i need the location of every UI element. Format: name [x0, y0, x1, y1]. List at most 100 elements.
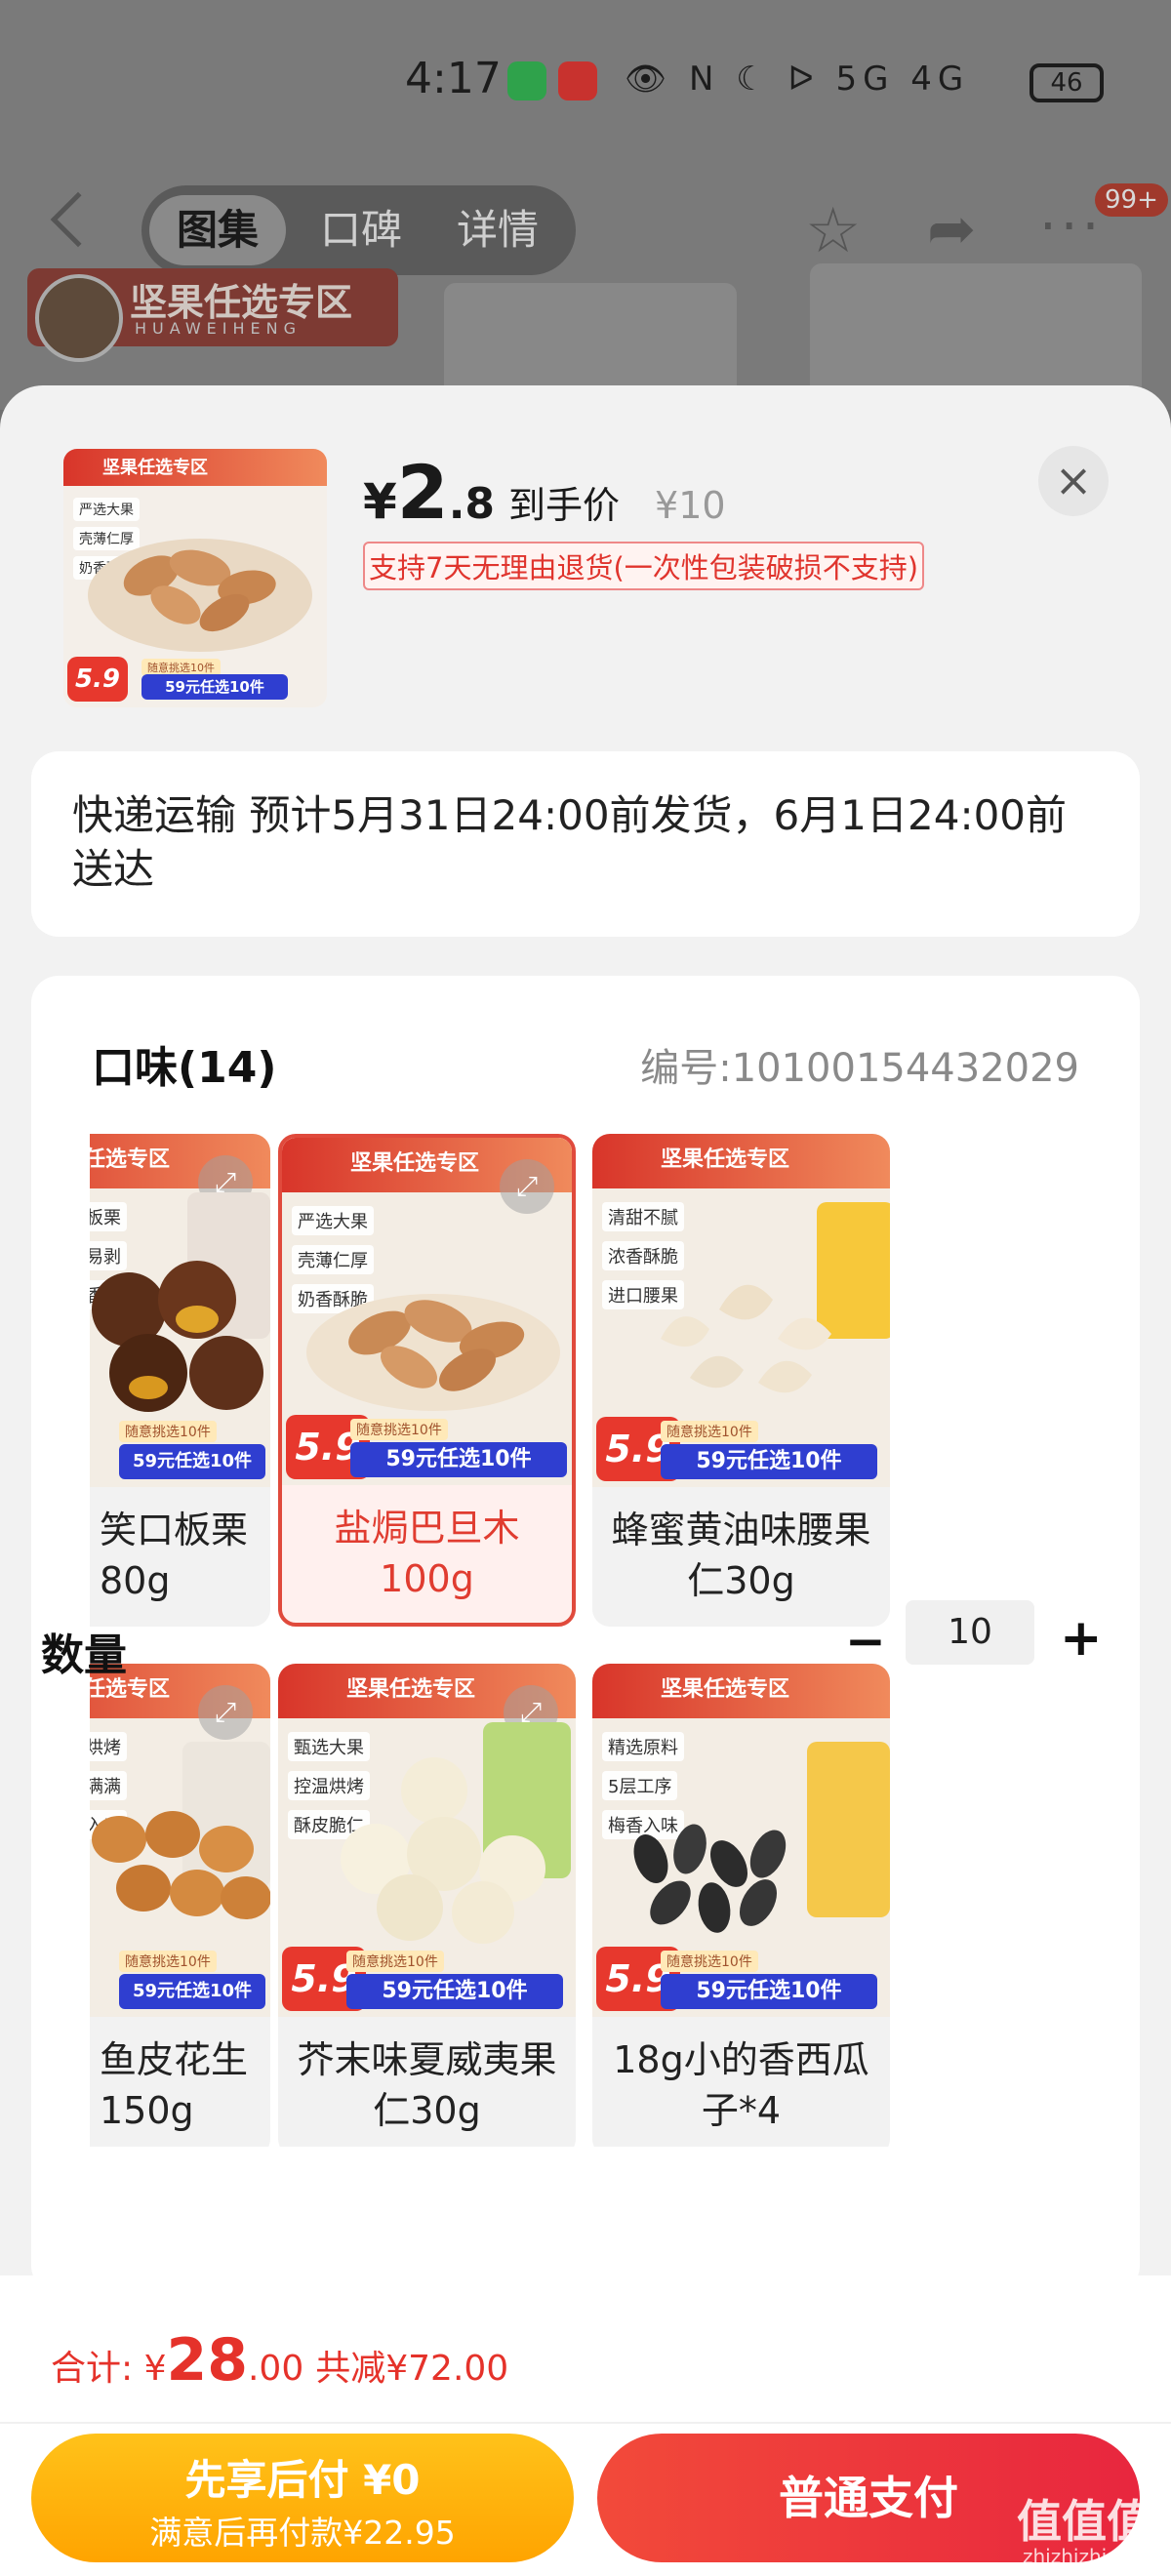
promo-deal: 59元任选10件: [141, 674, 288, 700]
flavor-option-almond[interactable]: 坚果任选专区 严选大果 壳薄仁厚 奶香酥脆 ⤢ 5.9 随意挑选10件 59元任…: [278, 1134, 576, 1627]
sku-sheet: 坚果任选专区 严选大果 壳薄仁厚 奶香酥脆 5.9 随意挑选10件 59元任选1…: [0, 385, 1171, 2576]
promo-deal: 59元任选10件: [661, 1444, 877, 1479]
promo-pick: 随意挑选10件: [661, 1951, 758, 1972]
pay-later-title: 先享后付 ¥0: [184, 2456, 421, 2504]
flavor-label: 鱼皮花生150g: [100, 2038, 249, 2132]
total-savings: 共减¥72.00: [315, 2349, 509, 2389]
flavor-image: 坚果任选专区 精选原料 5层工序 梅香入味 5.9 随意挑选10件 59元任选1…: [592, 1664, 890, 2017]
promo-pick: 随意挑选10件: [346, 1951, 444, 1972]
promo-pick: 随意挑选10件: [119, 1421, 217, 1442]
shipping-text: 快递运输 预计5月31日24:00前发货，6月1日24:00前送达: [72, 791, 1068, 893]
promo-deal: 59元任选10件: [350, 1442, 567, 1477]
almond-image: [88, 539, 312, 652]
quantity-input[interactable]: 10: [906, 1600, 1034, 1665]
price-label: 到手价: [508, 484, 621, 527]
total-label: 合计:: [51, 2349, 144, 2389]
pay-later-subtitle: 满意后再付款¥22.95: [149, 2514, 456, 2552]
macadamia-image: [341, 1722, 571, 1944]
flavor-image: 坚果任选专区 板栗 易剥 香甜 ⤢ 5.9 随意挑选10件 59元任选10件: [90, 1134, 270, 1487]
promo-deal: 59元任选10件: [346, 1974, 563, 2009]
watermark: 值值值: [1017, 2495, 1151, 2548]
promo-deal: 59元任选10件: [661, 1974, 877, 2009]
total-decimal: .00: [247, 2349, 304, 2389]
flavor-image-banner-text: 坚果任选专区: [661, 1147, 790, 1172]
red-packet-icon: [558, 61, 597, 101]
divider: [0, 2422, 1171, 2424]
flavor-label: 盐焗巴旦木100g: [334, 1507, 520, 1600]
background-banner: 坚果任选专区 HUAWEIHENG: [27, 268, 398, 362]
flavor-label: 芥末味夏威夷果仁30g: [297, 2038, 557, 2132]
flavor-image: 坚果任选专区 清甜不腻 浓香酥脆 进口腰果 5.9 随意挑选10件 59元任选1…: [592, 1134, 890, 1487]
wechat-icon: [507, 61, 546, 101]
product-summary: 坚果任选专区 严选大果 壳薄仁厚 奶香酥脆 5.9 随意挑选10件 59元任选1…: [0, 385, 1171, 751]
flavor-image-banner: 坚果任选专区: [592, 1134, 890, 1188]
pay-later-button[interactable]: 先享后付 ¥0 满意后再付款¥22.95: [31, 2434, 574, 2562]
promo-pick: 随意挑选10件: [661, 1421, 758, 1442]
promo-deal: 59元任选10件: [119, 1444, 265, 1479]
flavor-image-banner: 坚果任选专区: [592, 1664, 890, 1718]
close-icon: ×: [1054, 454, 1093, 506]
flavor-label: 笑口板栗80g: [100, 1509, 249, 1602]
flavor-promo: 5.9 随意挑选10件 59元任选10件: [282, 1407, 572, 1485]
brand-logo: [35, 274, 123, 362]
flavor-promo: 5.9 随意挑选10件 59元任选10件: [90, 1409, 270, 1487]
top-tabs: 图集 口碑 详情: [141, 185, 576, 275]
expand-icon[interactable]: ⤢: [198, 1685, 253, 1740]
promo-price: 5.9: [67, 657, 128, 702]
melon-seeds-image: [633, 1742, 890, 1933]
promo-pick: 随意挑选10件: [119, 1951, 217, 1972]
almond-image: [306, 1294, 560, 1411]
flavor-image-banner-text: 坚果任选专区: [350, 1151, 480, 1176]
tab-details[interactable]: 详情: [434, 195, 561, 265]
flavor-label: 蜂蜜黄油味腰果仁30g: [611, 1509, 871, 1602]
quantity-minus-button[interactable]: −: [845, 1613, 886, 1670]
chestnut-image: [92, 1192, 270, 1412]
return-policy-tag: 支持7天无理由退货(一次性包装破损不支持): [363, 542, 925, 590]
cashew-image: [661, 1202, 890, 1393]
background-banner-subtitle: HUAWEIHENG: [135, 319, 302, 338]
flavor-option-cashew[interactable]: 坚果任选专区 清甜不腻 浓香酥脆 进口腰果 5.9 随意挑选10件 59元任选1…: [592, 1134, 890, 1627]
flavor-option-peanut[interactable]: 坚果任选专区 烘烤 满满 入口 ⤢ 5.9 随意挑选10件 59元任选10件: [90, 1664, 270, 2147]
price-integer: 2: [396, 449, 449, 536]
more-icon[interactable]: ···: [1039, 195, 1103, 259]
promo-pick: 随意挑选10件: [350, 1419, 448, 1440]
product-thumbnail[interactable]: 坚果任选专区 严选大果 壳薄仁厚 奶香酥脆 5.9 随意挑选10件 59元任选1…: [63, 449, 327, 707]
message-badge: 99+: [1095, 183, 1168, 217]
close-button[interactable]: ×: [1038, 446, 1109, 516]
flavor-title: 口味(14): [92, 1043, 277, 1093]
favorite-star-icon[interactable]: ☆: [805, 195, 861, 267]
total-line: 合计: ¥28.00 共减¥72.00: [51, 2326, 508, 2395]
thumbnail-banner: 坚果任选专区: [63, 449, 327, 486]
shipping-card: 快递运输 预计5月31日24:00前发货，6月1日24:00前送达: [31, 751, 1140, 937]
peanut-image: [92, 1742, 270, 1919]
status-icons: 👁 N ☾ ᐅ 5G 4G: [625, 60, 970, 99]
flavor-option-macadamia[interactable]: 坚果任选专区 甄选大果 控温烘烤 酥皮脆仁 ⤢ 5.9 随意挑选10件 59元任…: [278, 1664, 576, 2147]
battery-icon: 46: [1030, 63, 1104, 102]
share-icon[interactable]: ➦: [927, 195, 976, 263]
quantity-plus-button[interactable]: +: [1060, 1609, 1103, 1668]
quantity-label: 数量: [41, 1630, 127, 1680]
back-icon[interactable]: [50, 191, 106, 248]
flavor-feature: 严选大果: [292, 1206, 374, 1235]
flavor-option-chestnut[interactable]: 坚果任选专区 板栗 易剥 香甜 ⤢ 5.9 随意挑选10件 59元任选10件: [90, 1134, 270, 1627]
original-price: ¥10: [655, 484, 726, 527]
flavor-promo: 5.9 随意挑选10件 59元任选10件: [278, 1939, 576, 2017]
flavor-option-melon-seeds[interactable]: 坚果任选专区 精选原料 5层工序 梅香入味 5.9 随意挑选10件 59元任选1…: [592, 1664, 890, 2147]
price-decimal: .8: [448, 479, 496, 529]
flavor-image-banner-text: 坚果任选专区: [346, 1677, 476, 1702]
flavor-promo: 5.9 随意挑选10件 59元任选10件: [592, 1939, 890, 2017]
flavor-image-banner-text: 坚果任选专区: [90, 1147, 171, 1172]
flavor-promo: 5.9 随意挑选10件 59元任选10件: [592, 1409, 890, 1487]
watermark-url: zhizhizhi.com: [1023, 2545, 1155, 2568]
flavor-image: 坚果任选专区 严选大果 壳薄仁厚 奶香酥脆 ⤢ 5.9 随意挑选10件 59元任…: [282, 1138, 572, 1485]
background-banner-title: 坚果任选专区: [130, 281, 353, 324]
checkout-footer: 合计: ¥28.00 共减¥72.00 先享后付 ¥0 满意后再付款¥22.95 …: [0, 2275, 1171, 2576]
promo-deal: 59元任选10件: [119, 1974, 265, 2009]
thumbnail-banner-text: 坚果任选专区: [102, 458, 208, 478]
flavor-label: 18g小的香西瓜子*4: [613, 2038, 869, 2132]
expand-icon[interactable]: ⤢: [500, 1159, 554, 1214]
tab-reviews[interactable]: 口碑: [298, 195, 424, 265]
tab-gallery[interactable]: 图集: [149, 195, 286, 265]
price-line: ¥2.8 到手价 ¥10: [363, 449, 726, 536]
total-integer: 28: [166, 2326, 248, 2395]
